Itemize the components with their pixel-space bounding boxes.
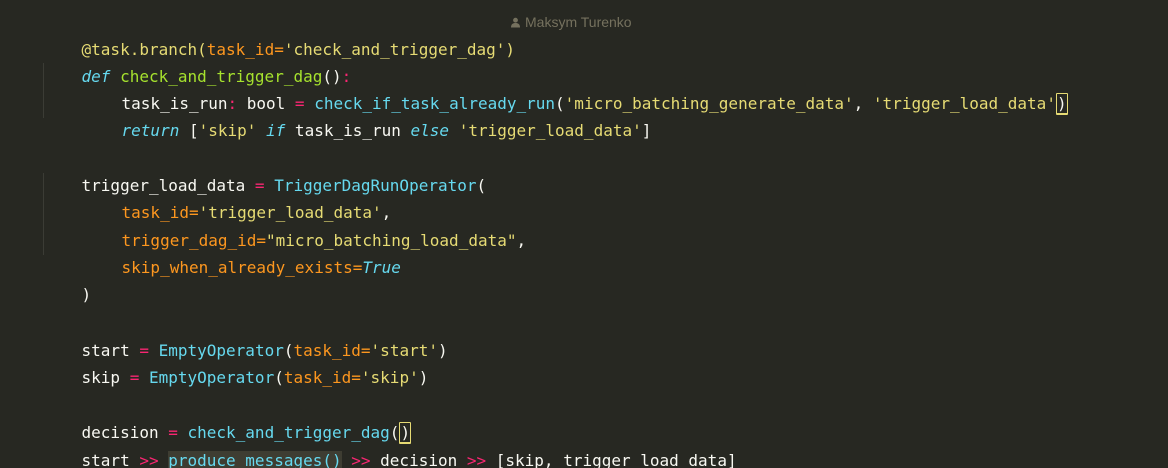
paren-close: ) [437,341,448,360]
code-line-operator-assign[interactable]: trigger_load_data = TriggerDagRunOperato… [43,145,487,195]
keyword-else: else [410,121,450,140]
comma-token: , [516,231,527,250]
keyword-if: if [266,121,286,140]
code-line-def[interactable]: def check_and_trigger_dag(): [43,36,352,86]
author-annotation[interactable]: Maksym Turenko [510,9,632,36]
class-call: EmptyOperator [148,368,275,387]
code-line-start-assign[interactable]: start = EmptyOperator(task_id='start') [43,310,448,360]
string-literal: 'trigger_load_data' [458,121,642,140]
keyword-return: return [121,121,180,140]
code-editor[interactable]: @task.branch(task_id='check_and_trigger_… [0,0,1168,468]
variable-name: start [81,451,140,468]
code-line-decision-assign[interactable]: decision = check_and_trigger_dag() [43,392,412,444]
code-line-kwarg[interactable]: task_id='trigger_load_data', [83,172,392,222]
task-list: [skip, trigger_load_data] [486,451,737,468]
variable-name: skip [81,368,121,387]
string-literal: 'trigger_load_data' [872,94,1056,113]
paren-close: ) [418,368,429,387]
keyword-arg: skip_when_already_exists= [121,258,363,277]
paren-close: ) [81,285,92,304]
shift-operator: >> [139,451,159,468]
code-line-kwarg[interactable]: skip_when_already_exists=True [83,227,401,277]
shift-operator: >> [351,451,371,468]
code-line-close[interactable]: ) [43,254,92,304]
code-line-decorator[interactable]: @task.branch(task_id='check_and_trigger_… [43,9,516,59]
highlighted-usage[interactable]: produce_messages() [168,451,342,468]
string-literal: 'skip' [198,121,257,140]
code-line-kwarg[interactable]: trigger_dag_id="micro_batching_load_data… [83,200,527,250]
assign-operator: = [120,368,149,387]
code-line-dependency-chain[interactable]: start >> produce_messages() >> decision … [43,420,737,468]
paren-open: ( [274,368,284,387]
code-line-return[interactable]: return ['skip' if task_is_run else 'trig… [83,90,652,140]
paren-close: ) [505,40,516,59]
paren-open: ( [476,176,487,195]
comma-token: , [853,94,873,113]
bracket-close: ] [641,121,652,140]
variable-name: decision [370,451,467,468]
matched-paren-close: ) [1055,93,1068,115]
boolean-literal: True [362,258,401,277]
string-literal: 'skip' [360,368,419,387]
keyword-arg: task_id= [283,368,361,387]
code-line-assign[interactable]: task_is_run: bool = check_if_task_alread… [83,63,1068,115]
code-line-skip-assign[interactable]: skip = EmptyOperator(task_id='skip') [43,337,429,387]
bracket-open: [ [179,121,199,140]
condition-variable: task_is_run [285,121,411,140]
author-name: Maksym Turenko [525,14,632,30]
person-icon [511,17,520,28]
shift-operator: >> [466,451,487,468]
